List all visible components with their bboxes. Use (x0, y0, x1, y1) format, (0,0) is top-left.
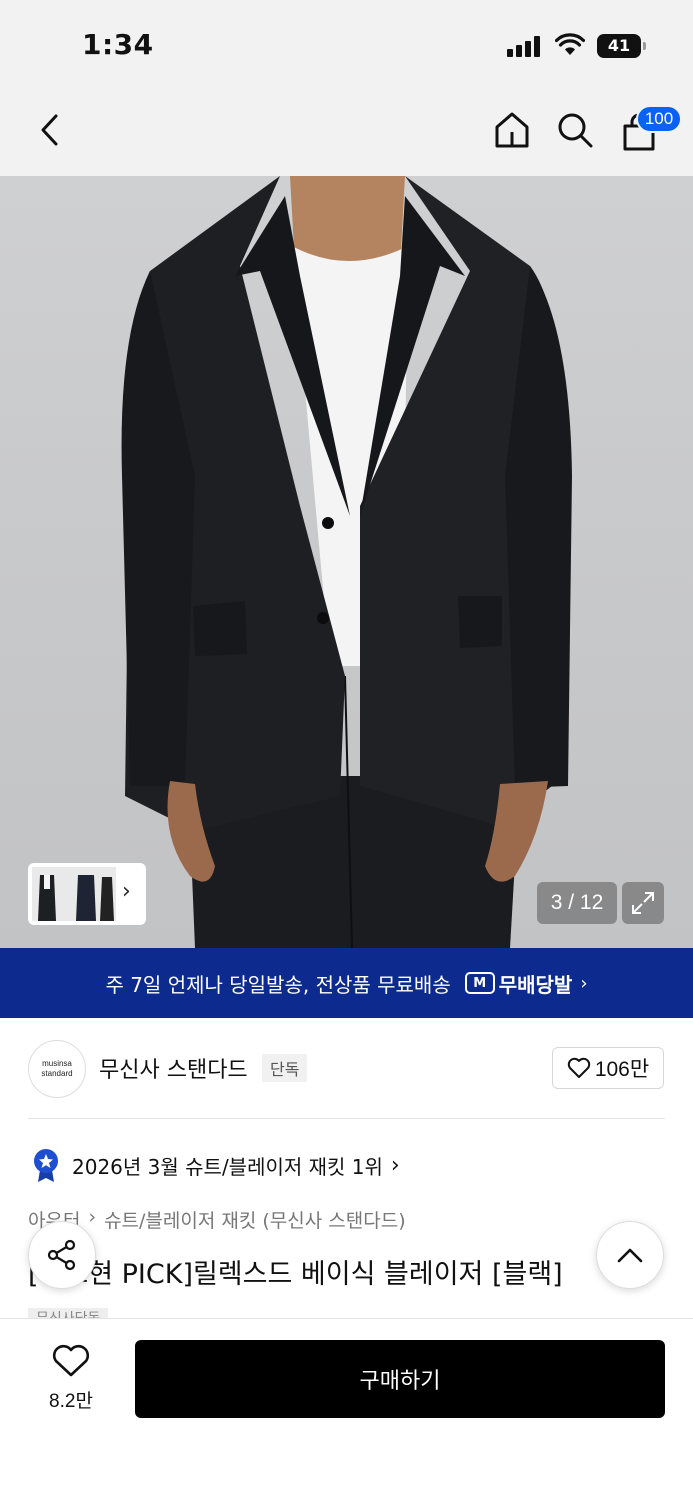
gallery-page-counter: 3 / 12 (537, 882, 617, 924)
brand-like-button[interactable]: 106만 (552, 1047, 664, 1089)
back-button[interactable] (28, 108, 72, 152)
promo-badge-label: 무배당발 (498, 972, 573, 997)
brand-logo[interactable]: musinsa standard (28, 1040, 86, 1098)
share-button[interactable] (28, 1221, 96, 1289)
blazer-photo (121, 176, 572, 948)
promo-badge: M 무배당발 (464, 969, 573, 998)
scroll-to-top-button[interactable] (596, 1221, 664, 1289)
delivery-truck-icon: M (464, 972, 495, 994)
brand-logo-line2: standard (41, 1069, 73, 1078)
battery-icon: 41 (597, 34, 641, 58)
share-icon (47, 1239, 76, 1271)
expand-image-button[interactable] (622, 882, 664, 924)
brand-logo-line1: musinsa (42, 1059, 72, 1068)
battery-nub (643, 42, 646, 50)
brand-like-count: 106만 (594, 1058, 650, 1081)
chevron-right-icon: › (580, 972, 588, 994)
chevron-right-icon[interactable]: › (122, 879, 131, 904)
chevron-right-icon: › (390, 1152, 400, 1178)
status-bar: 1:34 41 (0, 0, 693, 90)
product-image[interactable] (0, 176, 693, 948)
ranking-text: 2026년 3월 슈트/블레이저 재킷 1위 (72, 1154, 383, 1179)
chevron-left-icon (41, 114, 58, 146)
heart-icon (52, 1344, 90, 1377)
ranking-medal-icon (34, 1149, 58, 1182)
brand-name[interactable]: 무신사 스탠다드 (99, 1052, 248, 1084)
thumbnail-image (32, 867, 116, 921)
ranking-link[interactable]: 2026년 3월 슈트/블레이저 재킷 1위 › (32, 1148, 400, 1182)
exclusive-tag: 단독 (262, 1054, 308, 1082)
cart-count-badge: 100 (636, 105, 682, 133)
chevron-right-icon: › (88, 1206, 97, 1228)
buy-button[interactable]: 구매하기 (135, 1340, 665, 1418)
divider (28, 1118, 665, 1119)
nav-bar (0, 90, 693, 176)
home-button[interactable] (490, 108, 534, 152)
search-icon (558, 113, 593, 148)
heart-icon (567, 1057, 591, 1078)
cellular-signal-icon (507, 35, 543, 57)
promo-text: 주 7일 언제나 당일발송, 전상품 무료배송 (105, 972, 451, 997)
status-time: 1:34 (82, 28, 154, 61)
wishlist-button[interactable]: 8.2만 (38, 1344, 104, 1413)
breadcrumb-subcategory[interactable]: 슈트/블레이저 재킷 (무신사 스탠다드) (104, 1206, 406, 1233)
product-title: [박보현 PICK]릴렉스드 베이식 블레이저 [블랙] (28, 1259, 563, 1290)
chevron-up-icon (617, 1248, 643, 1263)
search-button[interactable] (553, 108, 597, 152)
expand-icon (632, 892, 654, 914)
home-icon (495, 112, 529, 148)
wishlist-count: 8.2만 (49, 1391, 93, 1412)
free-shipping-banner[interactable]: 주 7일 언제나 당일발송, 전상품 무료배송 M 무배당발 › (0, 948, 693, 1018)
wifi-icon (555, 33, 585, 55)
